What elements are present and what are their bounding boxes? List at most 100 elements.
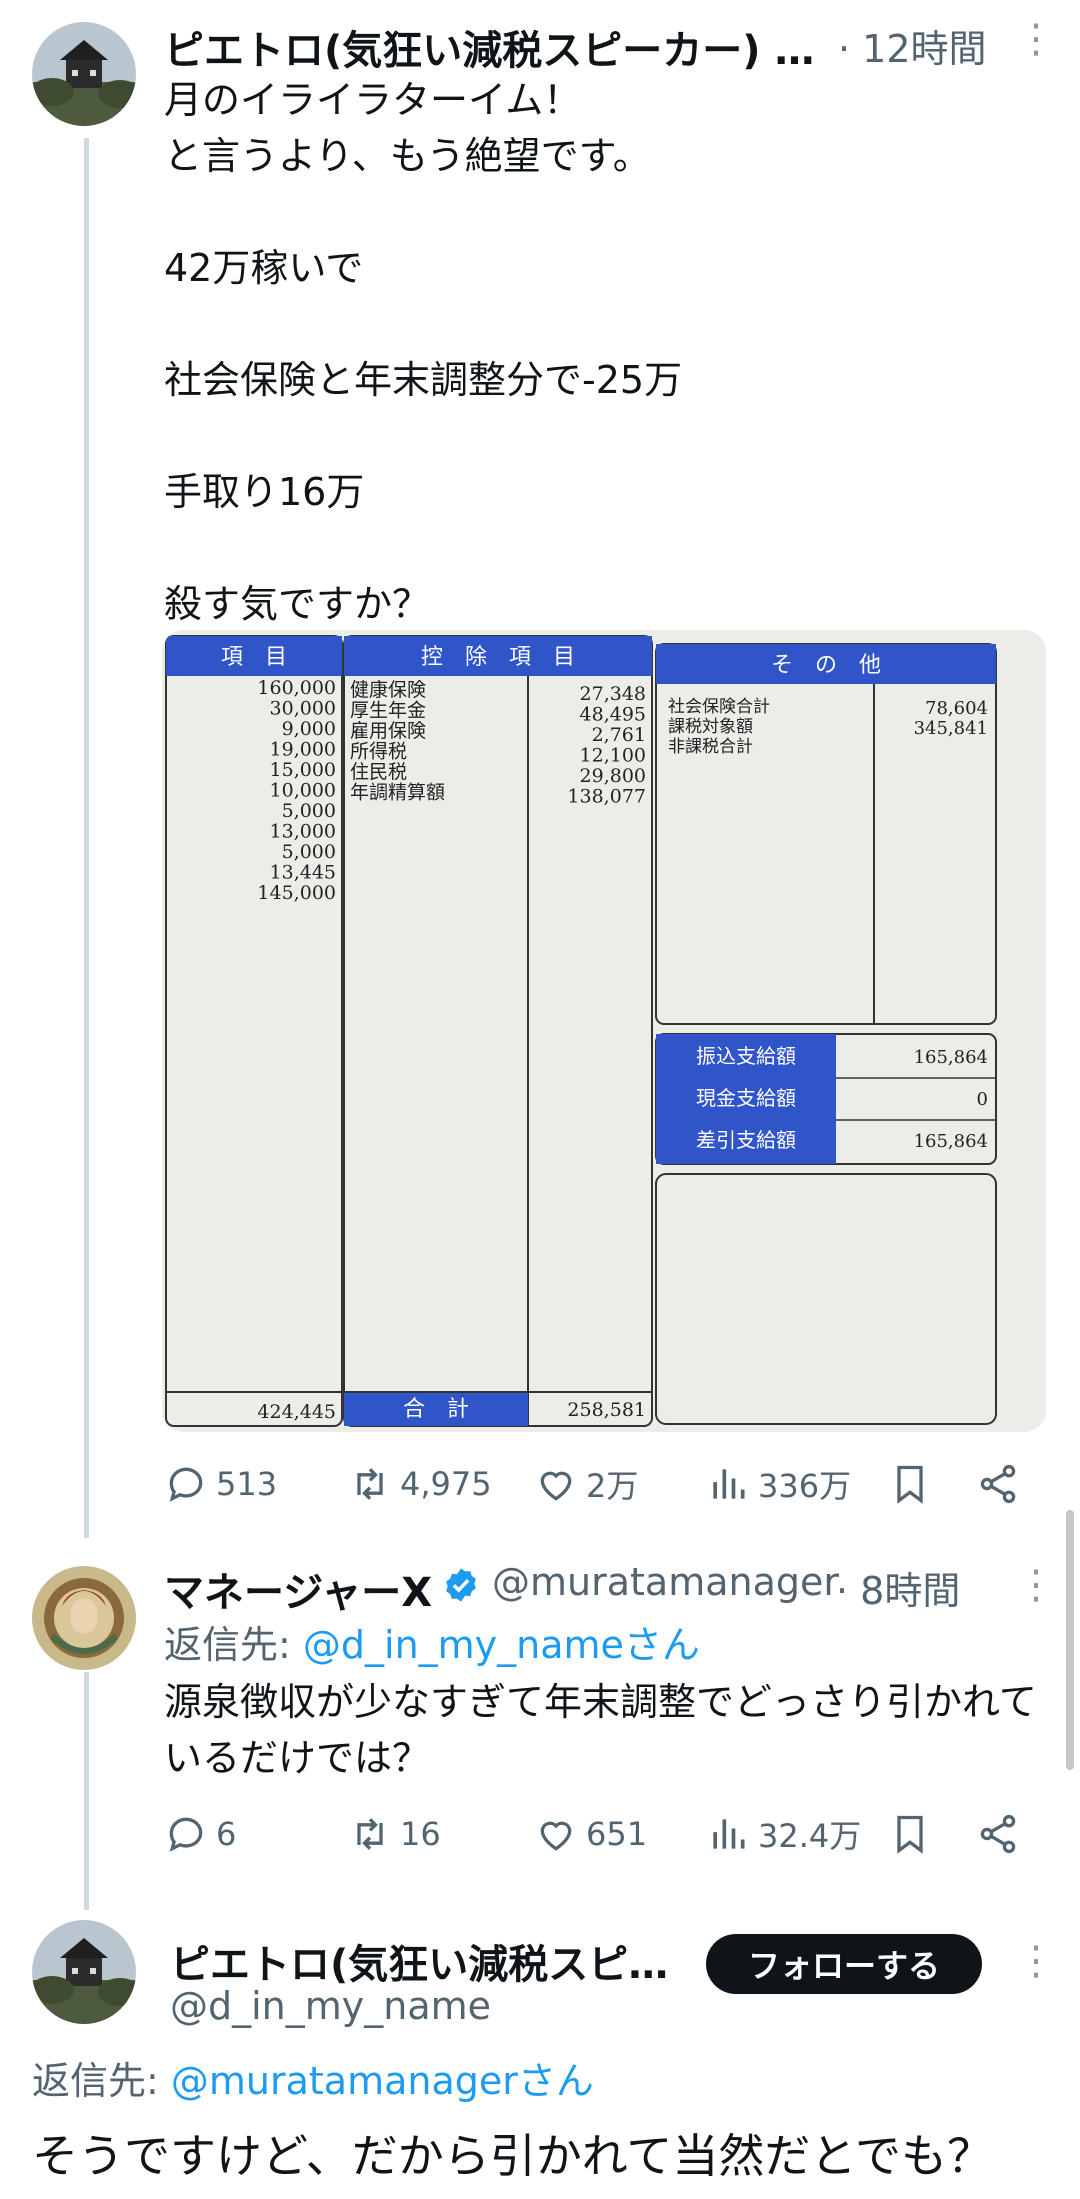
like-button[interactable]: 651 [534, 1806, 647, 1862]
reply-icon [169, 1817, 203, 1852]
share-button[interactable] [976, 1806, 1020, 1862]
views-icon [713, 1469, 745, 1499]
reply-count: 6 [216, 1815, 237, 1853]
slip-header-items: 項 目 [221, 645, 287, 670]
share-icon [980, 1814, 1016, 1854]
reply-to-link[interactable]: @d_in_my_nameさん [303, 1623, 700, 1667]
bookmark-button[interactable] [888, 1456, 932, 1512]
retweet-count: 16 [400, 1815, 441, 1853]
slip-earning-value: 5,000 [282, 800, 336, 822]
avatar[interactable] [32, 22, 136, 126]
share-icon [980, 1464, 1016, 1504]
slip-earning-value: 30,000 [270, 698, 336, 720]
more-icon[interactable]: ⋮ [1016, 1562, 1056, 1608]
retweet-icon [357, 1818, 383, 1850]
bookmark-icon [897, 1465, 923, 1504]
retweet-button[interactable]: 16 [348, 1806, 441, 1862]
castle-avatar-image [32, 22, 136, 126]
follow-button[interactable]: フォローする [706, 1934, 982, 1994]
slip-deduction-label: 住民税 [350, 761, 407, 783]
verified-badge-icon [442, 1566, 480, 1604]
views-count: 336万 [758, 1467, 852, 1505]
slip-payment-label: 現金支給額 [696, 1086, 796, 1110]
author-name[interactable]: ピエトロ(気狂い減税スピ… [170, 1932, 670, 1990]
bookmark-button[interactable] [888, 1806, 932, 1862]
reply-button[interactable]: 6 [164, 1806, 236, 1862]
author-handle[interactable]: @muratamanager [492, 1560, 839, 1604]
retweet-icon [357, 1468, 383, 1500]
slip-payment-label: 振込支給額 [696, 1044, 796, 1068]
slip-earning-value: 13,000 [270, 821, 336, 843]
reply-icon [169, 1467, 203, 1502]
slip-earning-value: 13,445 [270, 862, 336, 884]
art-nouveau-avatar-image [32, 1566, 136, 1670]
slip-earning-value: 9,000 [282, 718, 336, 740]
slip-deduction-label: 雇用保険 [350, 720, 426, 742]
slip-other-label: 課税対象額 [668, 717, 753, 737]
slip-deduction-label: 年調精算額 [350, 782, 445, 804]
slip-deduction-label: 健康保険 [350, 679, 426, 701]
slip-payment-value: 165,864 [914, 1047, 988, 1068]
avatar[interactable] [32, 1566, 136, 1670]
slip-earning-value: 160,000 [257, 677, 336, 699]
reply-prefix: 返信先: [32, 2059, 171, 2103]
reply-to-link[interactable]: @muratamanagerさん [171, 2059, 594, 2103]
tweet-image-payslip[interactable]: 項 目 控 除 項 目 そ の 他 合 計 424,445 258,581 16… [162, 630, 1046, 1432]
slip-payment-value: 0 [977, 1089, 988, 1110]
retweet-button[interactable]: 4,975 [348, 1456, 492, 1512]
views-button[interactable]: 32.4万 [706, 1806, 861, 1862]
heart-icon [540, 1821, 572, 1851]
slip-earning-value: 5,000 [282, 841, 336, 863]
scrollbar[interactable] [1066, 1510, 1074, 1770]
slip-deduction-value: 27,348 [580, 683, 646, 705]
author-name[interactable]: マネージャーX [164, 1560, 432, 1618]
like-count: 2万 [586, 1467, 639, 1505]
slip-deduction-value: 48,495 [580, 704, 646, 726]
slip-earning-value: 19,000 [270, 739, 336, 761]
reply-button[interactable]: 513 [164, 1456, 277, 1512]
author-name[interactable]: ピエトロ(気狂い減税スピーカー) … [164, 18, 814, 76]
retweet-count: 4,975 [400, 1465, 492, 1503]
tweet-actions: 6 16 651 32.4万 [164, 1806, 1044, 1862]
thread-line-1 [84, 138, 89, 1538]
share-button[interactable] [976, 1456, 1020, 1512]
like-button[interactable]: 2万 [534, 1456, 638, 1512]
views-button[interactable]: 336万 [706, 1456, 851, 1512]
author-handle[interactable]: @d_in_my_name [170, 1984, 491, 2028]
slip-deduction-value: 138,077 [567, 786, 646, 808]
more-icon[interactable]: ⋮ [1016, 1938, 1056, 1984]
reply-count: 513 [216, 1465, 278, 1503]
tweet-text: 源泉徴収が少なすぎて年末調整でどっさり引かれているだけでは？ [164, 1680, 1037, 1780]
reply-context: 返信先: @d_in_my_nameさん [164, 1614, 700, 1669]
slip-other-label: 非課税合計 [668, 737, 753, 757]
more-icon[interactable]: ⋮ [1016, 16, 1056, 62]
slip-deduction-value: 2,761 [592, 724, 646, 746]
slip-earning-value: 145,000 [257, 882, 336, 904]
castle-avatar-image [32, 1920, 136, 2024]
slip-payment-label: 差引支給額 [696, 1128, 796, 1152]
tweet-text: そうですけど、だから引かれて当然だとでも？ [32, 2129, 993, 2183]
slip-earning-value: 15,000 [270, 759, 336, 781]
slip-earnings-total: 424,445 [257, 1401, 336, 1423]
slip-deductions-total: 258,581 [567, 1399, 646, 1421]
slip-payment-value: 165,864 [914, 1131, 988, 1152]
slip-other-value: 78,604 [925, 698, 988, 719]
heart-icon [540, 1471, 572, 1501]
like-count: 651 [586, 1815, 648, 1853]
slip-other-value: 345,841 [914, 718, 988, 739]
slip-deduction-value: 29,800 [580, 765, 646, 787]
tweet-time[interactable]: · 8時間 [836, 1560, 960, 1615]
reply-context: 返信先: @muratamanagerさん [32, 2050, 594, 2105]
thread-line-2 [84, 1672, 89, 1910]
slip-deduction-label: 所得税 [350, 741, 407, 763]
avatar[interactable] [32, 1920, 136, 2024]
tweet-time[interactable]: · 12時間 [838, 18, 987, 73]
tweet-actions: 513 4,975 2万 336万 [164, 1456, 1044, 1512]
payslip-graphic: 項 目 控 除 項 目 そ の 他 合 計 424,445 258,581 16… [162, 630, 1046, 1432]
bookmark-icon [897, 1815, 923, 1854]
slip-header-deductions: 控 除 項 目 [421, 645, 575, 670]
slip-header-other: そ の 他 [771, 653, 881, 678]
slip-deduction-value: 12,100 [580, 745, 646, 767]
slip-deduction-label: 厚生年金 [350, 700, 426, 722]
views-count: 32.4万 [758, 1817, 862, 1855]
